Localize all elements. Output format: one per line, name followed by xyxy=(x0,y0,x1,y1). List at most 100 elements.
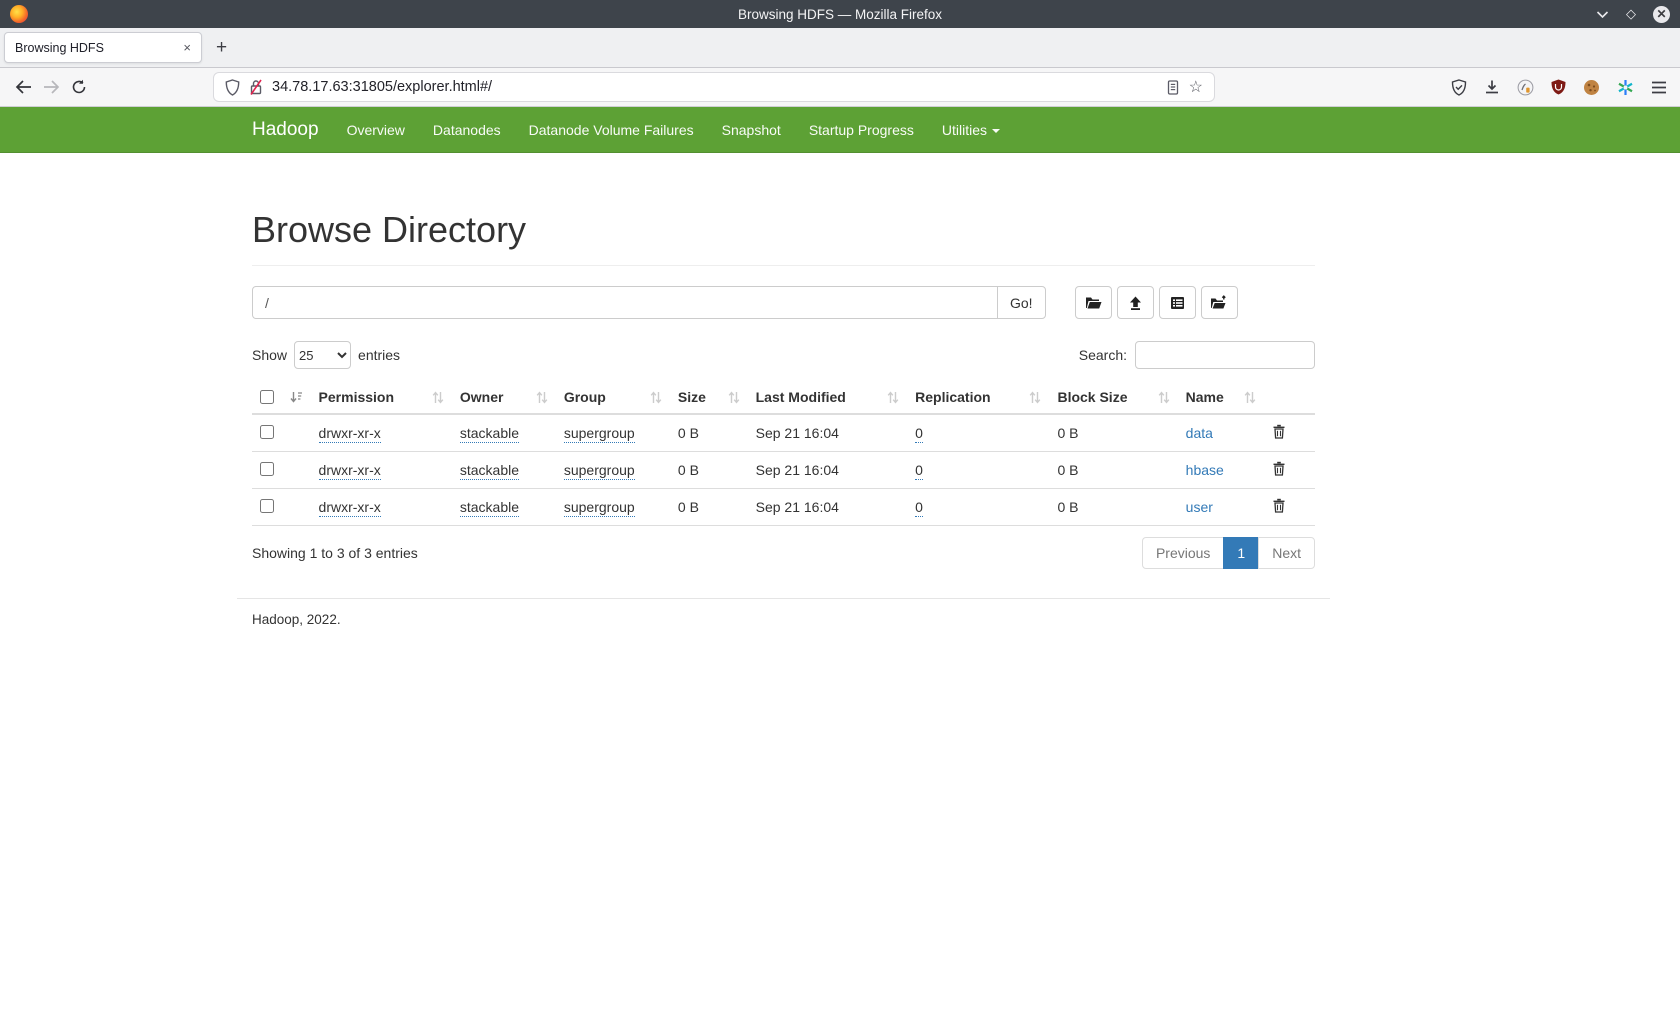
row-checkbox[interactable] xyxy=(260,462,274,476)
select-all-checkbox[interactable] xyxy=(260,390,274,404)
last-modified-value: Sep 21 16:04 xyxy=(756,462,839,478)
block-size-value: 0 B xyxy=(1057,499,1078,515)
size-value: 0 B xyxy=(678,462,699,478)
path-input[interactable] xyxy=(252,286,998,319)
header-permission[interactable]: Permission xyxy=(311,381,452,414)
new-folder-button[interactable] xyxy=(1201,286,1238,319)
row-checkbox[interactable] xyxy=(260,425,274,439)
new-tab-button[interactable]: + xyxy=(216,37,227,59)
list-icon xyxy=(1170,296,1185,310)
list-view-button[interactable] xyxy=(1159,286,1196,319)
permission-value[interactable]: drwxr-xr-x xyxy=(319,425,381,443)
search-input[interactable] xyxy=(1135,341,1315,369)
size-value: 0 B xyxy=(678,499,699,515)
header-group[interactable]: Group xyxy=(556,381,670,414)
open-folder-icon xyxy=(1085,296,1102,310)
extension-badge-icon[interactable] xyxy=(1517,79,1534,96)
browse-directory-page: Browse Directory Go! Show 25 xyxy=(237,209,1330,627)
ublock-icon[interactable] xyxy=(1551,79,1566,95)
close-button[interactable]: ✕ xyxy=(1653,6,1670,23)
group-value[interactable]: supergroup xyxy=(564,462,635,480)
cookie-icon[interactable] xyxy=(1583,79,1600,96)
select-all-header[interactable] xyxy=(252,381,311,414)
show-label: Show xyxy=(252,347,287,363)
row-checkbox[interactable] xyxy=(260,499,274,513)
directory-link[interactable]: user xyxy=(1186,499,1213,515)
owner-value[interactable]: stackable xyxy=(460,425,519,443)
pagination-next[interactable]: Next xyxy=(1258,537,1315,569)
tab-close-icon[interactable]: × xyxy=(183,40,191,55)
directory-link[interactable]: data xyxy=(1186,425,1213,441)
go-button[interactable]: Go! xyxy=(997,286,1046,319)
header-label: Owner xyxy=(460,389,504,405)
header-block-size[interactable]: Block Size xyxy=(1049,381,1177,414)
forward-button[interactable] xyxy=(37,73,65,101)
block-size-value: 0 B xyxy=(1057,425,1078,441)
maximize-button[interactable]: ◇ xyxy=(1626,6,1636,22)
browser-tab[interactable]: Browsing HDFS × xyxy=(4,32,202,63)
trash-icon xyxy=(1272,461,1286,476)
nav-item-utilities-dropdown[interactable]: Utilities xyxy=(928,122,1014,138)
sort-icon xyxy=(1158,391,1170,404)
delete-button[interactable] xyxy=(1272,461,1286,479)
footer-copyright: Hadoop, 2022. xyxy=(252,612,1315,627)
insecure-lock-icon[interactable] xyxy=(249,79,263,96)
nav-item-datanodes[interactable]: Datanodes xyxy=(419,122,515,138)
trash-icon xyxy=(1272,498,1286,513)
permission-value[interactable]: drwxr-xr-x xyxy=(319,499,381,517)
table-header-row: Permission Owner Group Size Last Modifie… xyxy=(252,381,1315,414)
nav-item-datanode-volume-failures[interactable]: Datanode Volume Failures xyxy=(515,122,708,138)
url-text[interactable]: 34.78.17.63:31805/explorer.html#/ xyxy=(272,79,1157,95)
reload-button[interactable] xyxy=(65,73,93,101)
delete-button[interactable] xyxy=(1272,424,1286,442)
entries-label: entries xyxy=(358,347,400,363)
header-replication[interactable]: Replication xyxy=(907,381,1049,414)
header-label: Name xyxy=(1186,389,1224,405)
sort-icon xyxy=(536,391,548,404)
minimize-button[interactable] xyxy=(1596,10,1609,19)
url-bar[interactable]: 34.78.17.63:31805/explorer.html#/ ☆ xyxy=(213,72,1215,102)
reader-view-icon[interactable] xyxy=(1166,80,1180,95)
trash-icon xyxy=(1272,424,1286,439)
sort-icon xyxy=(1029,391,1041,404)
group-value[interactable]: supergroup xyxy=(564,425,635,443)
back-button[interactable] xyxy=(9,73,37,101)
header-size[interactable]: Size xyxy=(670,381,748,414)
header-label: Group xyxy=(564,389,606,405)
navigation-toolbar: 34.78.17.63:31805/explorer.html#/ ☆ xyxy=(0,68,1680,107)
menu-hamburger-icon[interactable] xyxy=(1651,81,1667,94)
page-size-select[interactable]: 25 xyxy=(294,341,351,369)
forward-arrow-icon xyxy=(43,80,60,94)
header-owner[interactable]: Owner xyxy=(452,381,556,414)
header-name[interactable]: Name xyxy=(1178,381,1265,414)
permission-value[interactable]: drwxr-xr-x xyxy=(319,462,381,480)
pagination-previous[interactable]: Previous xyxy=(1142,537,1224,569)
replication-value[interactable]: 0 xyxy=(915,425,923,443)
pocket-shield-icon[interactable] xyxy=(1451,79,1467,96)
downloads-icon[interactable] xyxy=(1484,79,1500,95)
pagination-page-1[interactable]: 1 xyxy=(1223,537,1259,569)
footer-divider xyxy=(237,598,1330,599)
colorful-asterisk-icon[interactable] xyxy=(1617,79,1634,96)
owner-value[interactable]: stackable xyxy=(460,499,519,517)
directory-link[interactable]: hbase xyxy=(1186,462,1224,478)
open-folder-button[interactable] xyxy=(1075,286,1112,319)
nav-item-snapshot[interactable]: Snapshot xyxy=(708,122,795,138)
header-last-modified[interactable]: Last Modified xyxy=(748,381,908,414)
sort-icon xyxy=(728,391,740,404)
firefox-logo-icon xyxy=(10,5,28,23)
upload-button[interactable] xyxy=(1117,286,1154,319)
reload-icon xyxy=(71,79,87,95)
nav-item-overview[interactable]: Overview xyxy=(333,122,419,138)
navbar-brand-hadoop[interactable]: Hadoop xyxy=(252,119,319,141)
bookmark-star-icon[interactable]: ☆ xyxy=(1189,77,1203,97)
replication-value[interactable]: 0 xyxy=(915,499,923,517)
header-label: Last Modified xyxy=(756,389,846,405)
group-value[interactable]: supergroup xyxy=(564,499,635,517)
nav-item-startup-progress[interactable]: Startup Progress xyxy=(795,122,928,138)
sort-icon xyxy=(650,391,662,404)
replication-value[interactable]: 0 xyxy=(915,462,923,480)
directory-table: Permission Owner Group Size Last Modifie… xyxy=(252,381,1315,526)
delete-button[interactable] xyxy=(1272,498,1286,516)
owner-value[interactable]: stackable xyxy=(460,462,519,480)
